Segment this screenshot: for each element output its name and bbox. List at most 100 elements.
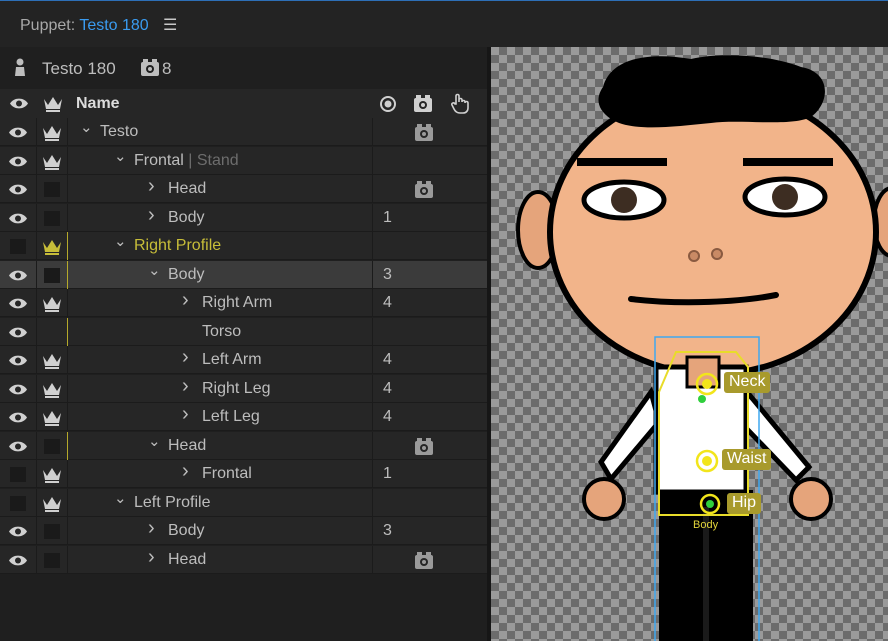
tree-row[interactable]: ⌄ Left Profile (0, 488, 487, 517)
tree-row[interactable]: › Head (0, 545, 487, 574)
tree-row[interactable]: ⌄ Frontal | Stand (0, 146, 487, 175)
chevron-right-icon[interactable]: › (182, 289, 189, 312)
tree-row-label[interactable]: Right Arm (202, 294, 272, 312)
tree-row[interactable]: Torso (0, 317, 487, 346)
chevron-down-icon[interactable]: ⌄ (114, 232, 127, 250)
tree-row-label[interactable]: Body (168, 209, 204, 227)
tree-row[interactable]: ⌄ Testo (0, 118, 487, 146)
chevron-down-icon[interactable]: ⌄ (148, 432, 161, 450)
visibility-cell[interactable] (0, 175, 37, 203)
crown-off-box[interactable] (44, 524, 60, 539)
crown-icon[interactable] (42, 381, 62, 403)
tree-row-label[interactable]: Body (168, 522, 204, 540)
visibility-eye-icon[interactable] (8, 326, 28, 344)
tree-row-label[interactable]: Left Arm (202, 351, 262, 369)
tree-row-label[interactable]: Left Profile (134, 494, 210, 512)
tree-row[interactable]: › Body 1 (0, 203, 487, 232)
visibility-cell[interactable] (0, 118, 37, 146)
crown-cell[interactable] (37, 317, 68, 346)
name-column-header[interactable]: Name (76, 95, 120, 113)
crown-off-box[interactable] (44, 210, 60, 226)
tree-row-label[interactable]: Left Leg (202, 408, 260, 426)
visibility-cell[interactable] (0, 403, 37, 431)
tree-row-label[interactable]: Body (168, 266, 204, 284)
tree-row[interactable]: ⌄ Head (0, 431, 487, 460)
handle-label-neck[interactable]: Neck (724, 372, 771, 393)
camera-icon[interactable] (415, 181, 433, 203)
tree-row-label[interactable]: Head (168, 180, 206, 198)
visibility-cell[interactable] (0, 460, 37, 488)
tree-row[interactable]: ⌄ Body 3 (0, 260, 487, 289)
visibility-cell[interactable] (0, 203, 37, 232)
tree-row[interactable]: › Frontal 1 (0, 460, 487, 488)
chevron-down-icon[interactable]: ⌄ (114, 489, 127, 507)
visibility-eye-icon[interactable] (8, 440, 28, 458)
handle-label-waist[interactable]: Waist (722, 449, 772, 470)
visibility-eye-icon[interactable] (8, 269, 28, 287)
visibility-eye-icon[interactable] (8, 525, 28, 543)
visibility-off-box[interactable] (10, 467, 26, 482)
crown-icon[interactable] (42, 352, 62, 374)
visibility-off-box[interactable] (10, 495, 26, 511)
visibility-eye-icon[interactable] (8, 297, 28, 315)
chevron-right-icon[interactable]: › (148, 517, 155, 540)
hand-icon[interactable] (451, 93, 469, 114)
visibility-cell[interactable] (0, 346, 37, 374)
chevron-right-icon[interactable]: › (148, 546, 155, 569)
visibility-cell[interactable] (0, 545, 37, 574)
tree-row-label[interactable]: Frontal (202, 465, 252, 483)
visibility-eye-icon[interactable] (8, 354, 28, 372)
chevron-right-icon[interactable]: › (182, 346, 189, 369)
record-icon[interactable] (380, 96, 396, 112)
chevron-down-icon[interactable]: ⌄ (80, 118, 93, 136)
visibility-eye-icon[interactable] (8, 554, 28, 572)
tree-row-label[interactable]: Right Leg (202, 380, 271, 398)
crown-off-box[interactable] (44, 267, 60, 283)
crown-off-box[interactable] (44, 438, 60, 454)
tree-row-label[interactable]: Torso (202, 323, 241, 341)
crown-off-box[interactable] (44, 552, 60, 568)
visibility-cell[interactable] (0, 488, 37, 517)
chevron-right-icon[interactable]: › (182, 460, 189, 483)
visibility-eye-icon[interactable] (8, 155, 28, 173)
crown-icon[interactable] (42, 295, 62, 317)
visibility-eye-icon[interactable] (8, 411, 28, 429)
crown-icon[interactable] (42, 124, 62, 146)
crown-icon[interactable] (42, 466, 62, 488)
tree-row[interactable]: › Body 3 (0, 517, 487, 545)
visibility-cell[interactable] (0, 317, 37, 346)
crown-icon[interactable] (42, 153, 62, 175)
visibility-eye-icon[interactable] (8, 212, 28, 230)
tree-row[interactable]: › Right Arm 4 (0, 289, 487, 317)
camera-icon[interactable] (415, 437, 433, 460)
tree-row-label[interactable]: Head (168, 437, 206, 455)
puppet-canvas[interactable]: Neck Waist Hip Body (491, 47, 888, 641)
visibility-cell[interactable] (0, 289, 37, 317)
chevron-right-icon[interactable]: › (148, 204, 155, 227)
visibility-cell[interactable] (0, 260, 37, 289)
tree-row-label[interactable]: Right Profile (134, 237, 221, 255)
chevron-down-icon[interactable]: ⌄ (114, 147, 127, 165)
tree-row[interactable]: ⌄ Right Profile (0, 232, 487, 260)
visibility-cell[interactable] (0, 146, 37, 175)
visibility-cell[interactable] (0, 374, 37, 403)
tree-row[interactable]: › Head (0, 175, 487, 203)
chevron-down-icon[interactable]: ⌄ (148, 261, 161, 279)
tree-row-label[interactable]: Head (168, 551, 206, 569)
tree-row-label[interactable]: Testo (100, 123, 138, 141)
crown-icon[interactable] (42, 409, 62, 431)
crown-icon[interactable] (42, 238, 62, 260)
tree-row[interactable]: › Right Leg 4 (0, 374, 487, 403)
camera-icon[interactable] (414, 95, 432, 112)
visibility-eye-icon[interactable] (8, 126, 28, 144)
visibility-eye-icon[interactable] (8, 183, 28, 201)
visibility-cell[interactable] (0, 232, 37, 260)
visibility-cell[interactable] (0, 517, 37, 545)
tree-row[interactable]: › Left Arm 4 (0, 346, 487, 374)
visibility-eye-icon[interactable] (9, 97, 29, 110)
chevron-right-icon[interactable]: › (182, 375, 189, 398)
camera-icon[interactable] (415, 551, 433, 574)
tree-row[interactable]: › Left Leg 4 (0, 403, 487, 431)
visibility-eye-icon[interactable] (8, 383, 28, 401)
crown-icon[interactable] (42, 495, 62, 517)
